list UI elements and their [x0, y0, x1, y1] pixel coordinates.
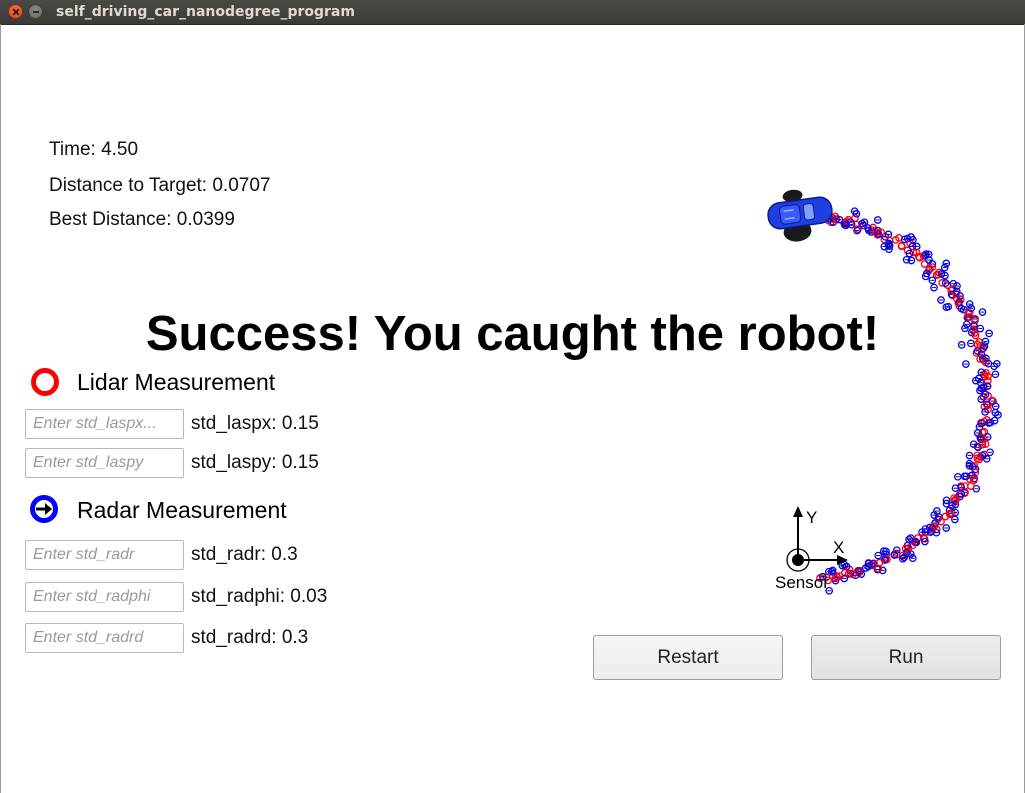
std-laspy-input[interactable]: [25, 448, 184, 478]
radar-legend-label: Radar Measurement: [77, 497, 287, 523]
y-axis-label: Y: [806, 508, 817, 527]
std-radrd-input[interactable]: [25, 623, 184, 653]
distance-to-target-readout: Distance to Target: 0.0707: [49, 175, 271, 196]
sensor-label: Sensor: [775, 573, 829, 592]
blue-ring-arrow-icon: [30, 495, 58, 523]
x-axis-label: X: [833, 538, 844, 557]
std-radr-input[interactable]: [25, 540, 184, 570]
run-button[interactable]: Run: [811, 635, 1001, 680]
std-radr-label: std_radr: 0.3: [191, 544, 298, 565]
red-ring-icon: [31, 368, 59, 396]
y-axis-arrow-icon: [793, 506, 803, 517]
lidar-measurement-point: [967, 482, 975, 490]
std-radrd-label: std_radrd: 0.3: [191, 627, 309, 648]
std-radphi-label: std_radphi: 0.03: [191, 586, 328, 607]
measurement-points: [815, 205, 1002, 595]
std-laspx-label: std_laspx: 0.15: [191, 413, 319, 434]
lidar-legend-label: Lidar Measurement: [77, 369, 276, 395]
restart-button[interactable]: Restart: [593, 635, 783, 680]
blue-car-icon: [767, 189, 833, 242]
std-laspy-label: std_laspy: 0.15: [191, 452, 319, 473]
success-message: Success! You caught the robot!: [145, 307, 880, 361]
app-window: self_driving_car_nanodegree_program Y X …: [0, 0, 1025, 793]
best-distance-readout: Best Distance: 0.0399: [49, 209, 235, 230]
std-laspx-input[interactable]: [25, 409, 184, 439]
std-radphi-input[interactable]: [25, 582, 184, 612]
time-readout: Time: 4.50: [49, 139, 139, 160]
